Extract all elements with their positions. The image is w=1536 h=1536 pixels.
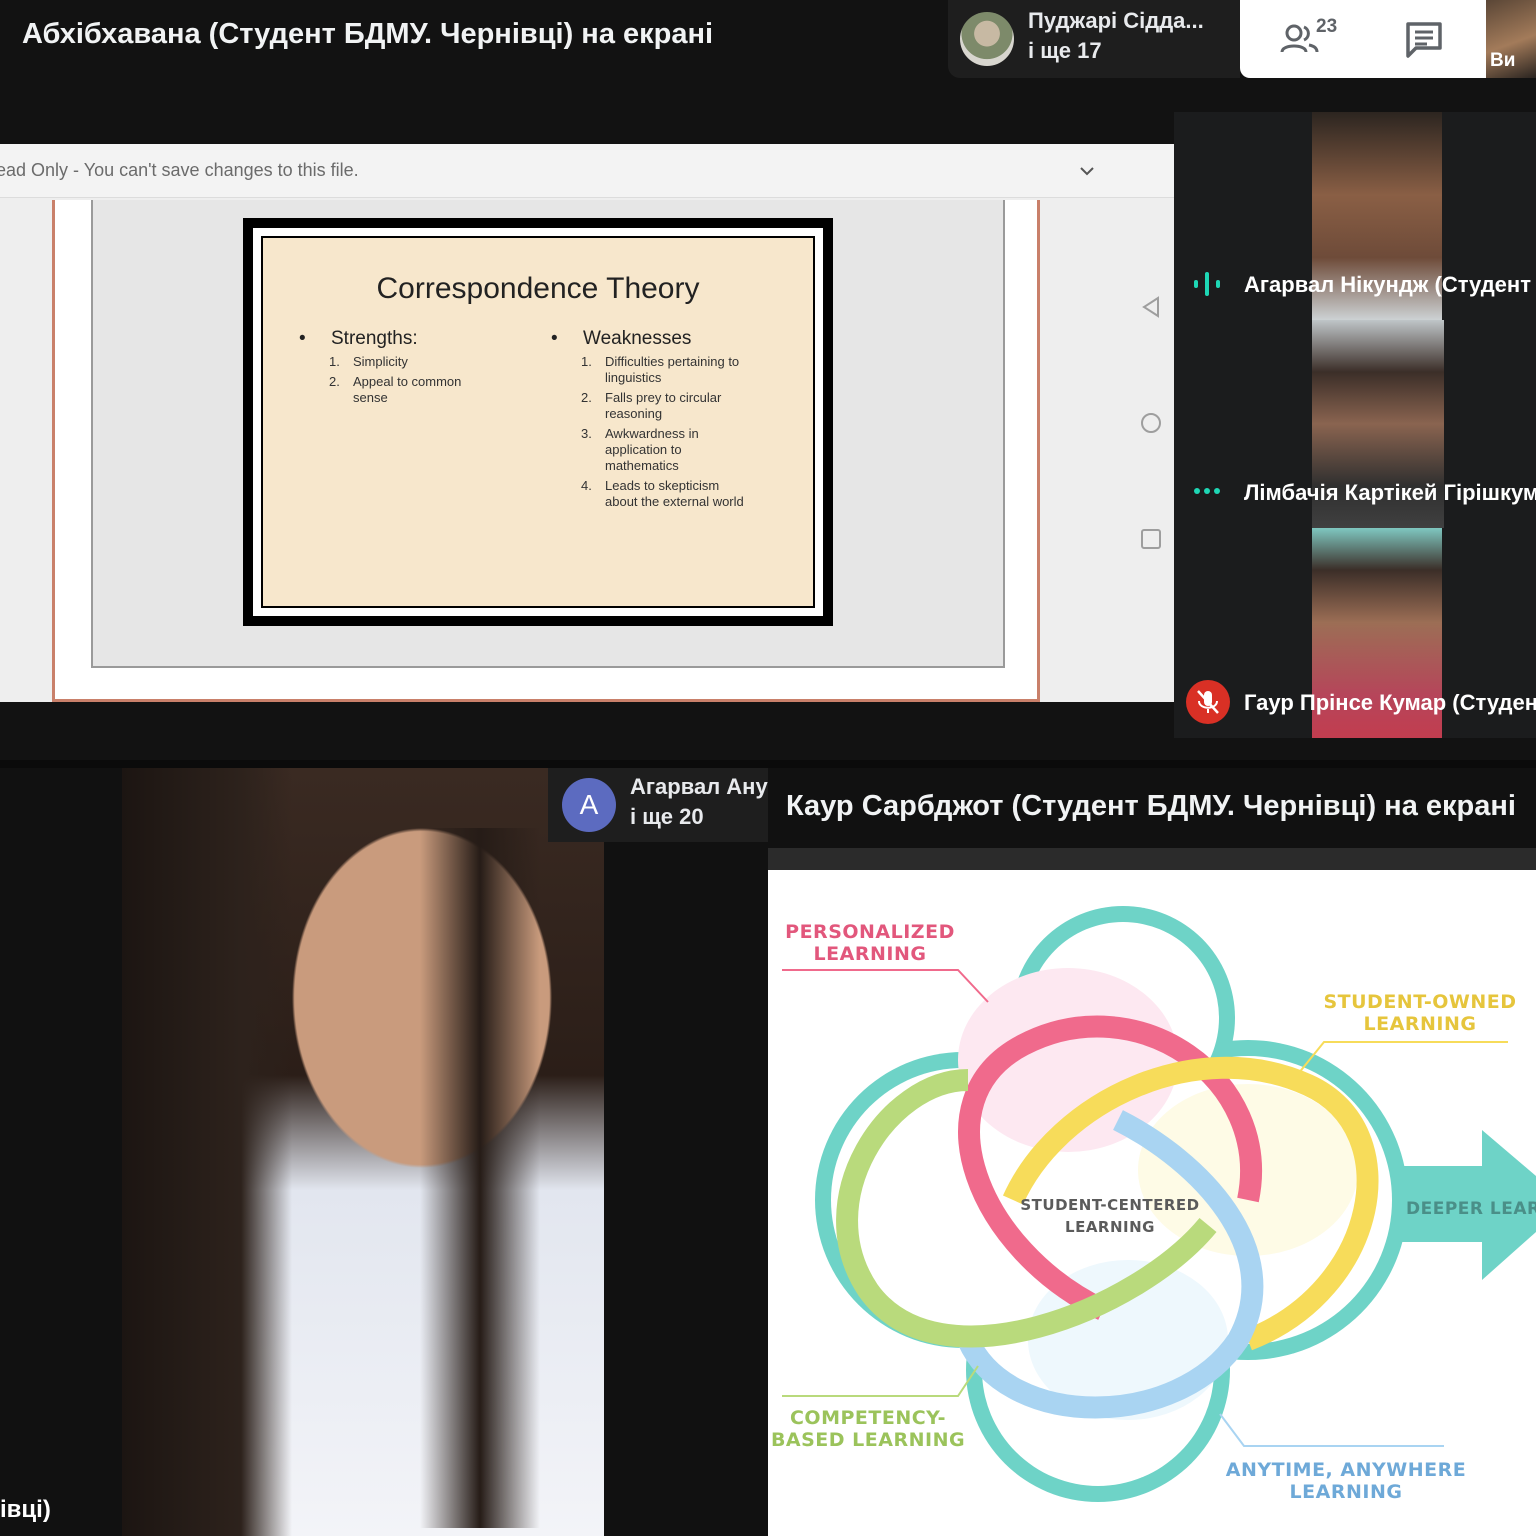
- recents-icon[interactable]: [1138, 526, 1164, 552]
- anytime-label: ANYTIME, ANYWHERE: [1226, 1459, 1466, 1481]
- learning-diagram: PERSONALIZED LEARNING STUDENT-OWNED LEAR…: [771, 906, 1536, 1503]
- participants-chip[interactable]: Пуджарі Сідда... і ще 17: [948, 0, 1240, 78]
- bottom-left-quadrant: A Агарвал Ану і ще 20 івці): [0, 768, 768, 1536]
- weaknesses-heading: Weaknesses: [551, 328, 751, 350]
- strengths-heading: Strengths:: [299, 328, 499, 350]
- readonly-message: ead Only - You can't save changes to thi…: [0, 160, 359, 180]
- participant-name: Агарвал Нікундж (Студент: [1244, 272, 1531, 297]
- weaknesses-column: Weaknesses 1.Difficulties pertaining to …: [551, 328, 751, 514]
- list-item: 1. Simplicity: [329, 354, 408, 369]
- slide-canvas: Correspondence Theory Strengths: 1.Simpl…: [91, 200, 1005, 668]
- back-icon[interactable]: [1138, 294, 1164, 320]
- chat-button[interactable]: [1404, 20, 1444, 60]
- participant-tile[interactable]: Лімбачія Картікей Гірішкум: [1174, 320, 1536, 528]
- shared-screen: ead Only - You can't save changes to thi…: [0, 144, 1174, 702]
- list-item: 2. Falls prey to circular reasoning: [581, 390, 722, 421]
- self-video-tile[interactable]: Ви: [1486, 0, 1536, 78]
- mic-off-icon: [1186, 680, 1230, 724]
- competency-label: COMPETENCY-: [790, 1407, 946, 1429]
- chip-name: Пуджарі Сідда...: [1028, 8, 1204, 33]
- presenter-title: Абхібхавана (Студент БДМУ. Чернівці) на …: [22, 18, 714, 50]
- self-label: Ви: [1490, 50, 1516, 71]
- chat-icon: [1406, 22, 1442, 58]
- slide-paper: Correspondence Theory Strengths: 1.Simpl…: [261, 236, 815, 608]
- shared-diagram: PERSONALIZED LEARNING STUDENT-OWNED LEAR…: [768, 870, 1536, 1536]
- avatar: A: [562, 778, 616, 832]
- deeper-learning-label: DEEPER LEARNING: [1406, 1199, 1536, 1219]
- participant-count: 23: [1316, 16, 1338, 37]
- svg-text:LEARNING: LEARNING: [1290, 1481, 1403, 1503]
- participants-chip[interactable]: A Агарвал Ану і ще 20: [548, 768, 768, 842]
- slide-frame: Correspondence Theory Strengths: 1.Simpl…: [52, 200, 1040, 702]
- slide: Correspondence Theory Strengths: 1.Simpl…: [243, 218, 833, 626]
- svg-text:LEARNING: LEARNING: [1364, 1013, 1477, 1035]
- slide-title: Correspondence Theory: [376, 272, 700, 305]
- bottom-right-quadrant: Каур Сарбджот (Студент БДМУ. Чернівці) н…: [768, 768, 1536, 1536]
- chip-name: Агарвал Ану: [630, 774, 768, 799]
- home-icon[interactable]: [1138, 410, 1164, 436]
- participant-tile[interactable]: Гаур Прінсе Кумар (Студен: [1174, 528, 1536, 738]
- student-owned-label: STUDENT-OWNED: [1323, 991, 1516, 1013]
- participant-name: Лімбачія Картікей Гірішкум: [1244, 480, 1536, 505]
- list-item: 1. Difficulties pertaining to linguistics: [581, 354, 740, 385]
- svg-text:LEARNING: LEARNING: [814, 943, 927, 965]
- android-nav: [1130, 144, 1174, 702]
- speaking-icon: [1194, 272, 1220, 296]
- svg-text:LEARNING: LEARNING: [1065, 1218, 1155, 1236]
- presenter-title: Каур Сарбджот (Студент БДМУ. Чернівці) н…: [786, 790, 1516, 822]
- svg-text:BASED LEARNING: BASED LEARNING: [771, 1429, 965, 1451]
- more-icon: [1194, 488, 1220, 494]
- chip-more: і ще 20: [630, 804, 704, 829]
- chip-more: і ще 17: [1028, 38, 1102, 63]
- chevron-down-icon[interactable]: [1076, 160, 1098, 182]
- list-item: 4. Leads to skepticism about the external…: [581, 478, 744, 509]
- participant-tile[interactable]: Агарвал Нікундж (Студент: [1174, 112, 1536, 320]
- list-item: 3. Awkwardness in application to mathemat…: [581, 426, 699, 473]
- personalized-label: PERSONALIZED: [785, 921, 955, 943]
- participant-name: івці): [0, 1496, 51, 1523]
- people-icon: [1280, 24, 1319, 53]
- strengths-column: Strengths: 1.Simplicity 2.Appeal to comm…: [299, 328, 499, 410]
- participant-name: Гаур Прінсе Кумар (Студен: [1244, 690, 1536, 715]
- avatar: [960, 12, 1014, 66]
- toolbar: [768, 848, 1536, 870]
- top-controls: 23: [1240, 0, 1486, 78]
- student-centered-label: STUDENT-CENTERED: [1020, 1196, 1199, 1214]
- list-item: 2. Appeal to common sense: [329, 374, 462, 405]
- readonly-bar: ead Only - You can't save changes to thi…: [0, 144, 1174, 198]
- top-quadrant: Абхібхавана (Студент БДМУ. Чернівці) на …: [0, 0, 1536, 760]
- people-button[interactable]: 23: [1280, 14, 1340, 62]
